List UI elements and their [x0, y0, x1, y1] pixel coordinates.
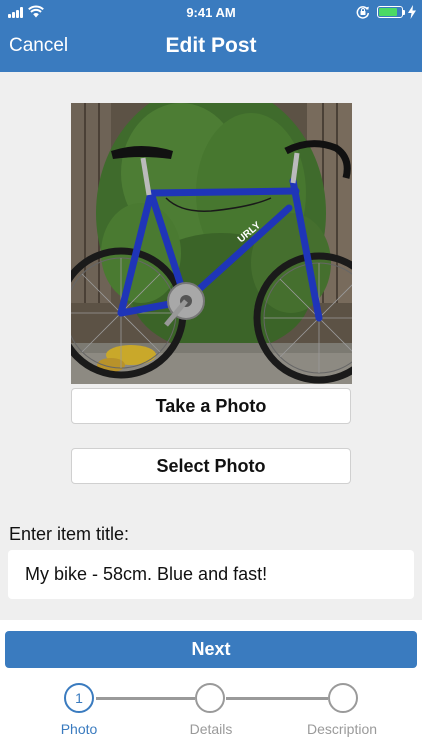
battery-tip	[403, 10, 405, 15]
page-title: Edit Post	[165, 34, 257, 57]
status-bar: 9:41 AM	[0, 0, 422, 24]
step-1-photo[interactable]: 1	[64, 683, 94, 713]
stepper-connector	[226, 697, 328, 700]
take-photo-button[interactable]: Take a Photo	[71, 388, 351, 424]
item-title-input[interactable]	[8, 550, 414, 599]
step-label-details: Details	[189, 721, 233, 737]
bicycle-photo: URLY	[71, 103, 352, 384]
title-field-label: Enter item title:	[9, 524, 130, 544]
battery-level	[379, 8, 397, 16]
next-button[interactable]: Next	[5, 631, 417, 668]
step-label-description: Description	[306, 721, 378, 737]
nav-header: 9:41 AM Cancel Edit Post	[0, 0, 422, 72]
step-2-details[interactable]	[195, 683, 225, 713]
charging-icon	[408, 5, 416, 19]
step-label-photo: Photo	[60, 721, 98, 737]
photo-image: URLY	[71, 103, 352, 384]
battery-icon	[377, 6, 403, 18]
rotation-lock-icon	[356, 6, 370, 19]
step-3-description[interactable]	[328, 683, 358, 713]
select-photo-button[interactable]: Select Photo	[71, 448, 351, 484]
stepper-connector	[96, 697, 195, 700]
